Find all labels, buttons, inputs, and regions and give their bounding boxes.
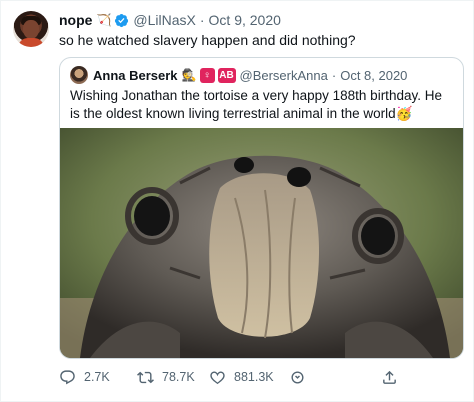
quoted-tweet-header: Anna Berserk 🕵 ♀ AB @BerserkAnna · Oct 8… bbox=[70, 66, 407, 84]
quoted-tweet-text: Wishing Jonathan the tortoise a very hap… bbox=[70, 88, 442, 121]
author-avatar[interactable] bbox=[13, 11, 49, 47]
heart-icon bbox=[210, 370, 225, 384]
share-button[interactable] bbox=[381, 367, 406, 387]
quoted-author-name[interactable]: Anna Berserk bbox=[93, 68, 178, 83]
tweet-header: nope 🏹 @LilNasX · Oct 9, 2020 bbox=[59, 11, 281, 29]
author-name[interactable]: nope bbox=[59, 12, 92, 28]
detective-emoji: 🕵 bbox=[181, 68, 197, 82]
like-button[interactable]: 881.3K bbox=[209, 367, 274, 387]
retweet-count: 78.7K bbox=[162, 370, 195, 384]
verified-badge-icon bbox=[115, 13, 129, 27]
female-sign-badge: ♀ bbox=[199, 67, 215, 83]
share-icon bbox=[383, 370, 396, 384]
analytics-button[interactable] bbox=[289, 367, 314, 387]
separator-dot: · bbox=[199, 12, 205, 28]
retweet-icon bbox=[137, 371, 154, 383]
author-handle[interactable]: @LilNasX bbox=[133, 12, 195, 28]
bow-arrow-emoji: 🏹 bbox=[96, 13, 112, 27]
quoted-author-avatar[interactable] bbox=[70, 66, 88, 84]
quoted-tweet[interactable]: Anna Berserk 🕵 ♀ AB @BerserkAnna · Oct 8… bbox=[59, 57, 464, 359]
separator-dot: · bbox=[331, 67, 337, 83]
analytics-icon bbox=[291, 370, 304, 384]
tweet-text: so he watched slavery happen and did not… bbox=[59, 32, 356, 48]
ab-blood-type-badge: AB bbox=[217, 67, 236, 83]
tortoise-illustration bbox=[60, 128, 463, 358]
like-count: 881.3K bbox=[234, 370, 274, 384]
tweet-actions: 2.7K 78.7K 881.3K bbox=[59, 367, 419, 387]
reply-button[interactable]: 2.7K bbox=[59, 367, 110, 387]
tweet-card[interactable]: nope 🏹 @LilNasX · Oct 9, 2020 so he watc… bbox=[0, 0, 474, 402]
reply-icon bbox=[60, 369, 75, 384]
quoted-tweet-date[interactable]: Oct 8, 2020 bbox=[340, 68, 407, 83]
retweet-button[interactable]: 78.7K bbox=[137, 367, 195, 387]
tweet-date[interactable]: Oct 9, 2020 bbox=[209, 12, 281, 28]
quoted-author-handle[interactable]: @BerserkAnna bbox=[240, 68, 328, 83]
reply-count: 2.7K bbox=[84, 370, 110, 384]
tortoise-photo[interactable] bbox=[60, 128, 463, 358]
avatar-shirt bbox=[18, 38, 44, 47]
avatar-face bbox=[23, 20, 39, 39]
